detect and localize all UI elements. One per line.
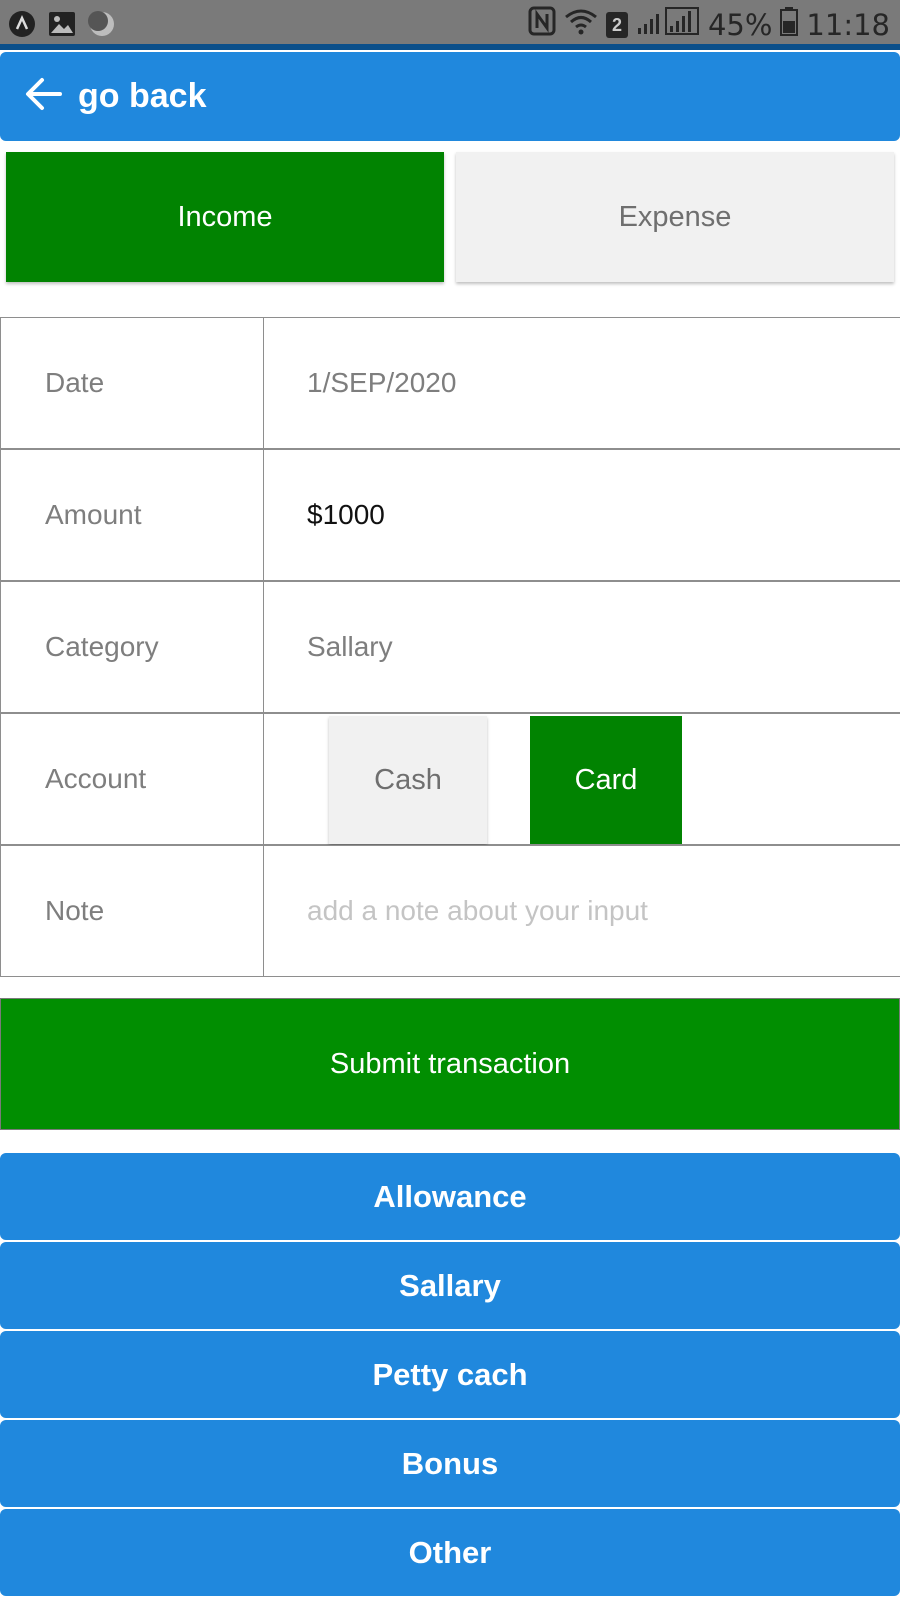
go-back-button[interactable]: go back: [24, 52, 206, 141]
image-icon: [48, 10, 76, 38]
go-back-label: go back: [78, 77, 207, 115]
date-row: Date 1/SEP/2020: [0, 317, 900, 449]
category-item-other[interactable]: Other: [0, 1509, 900, 1596]
note-row: Note add a note about your input: [0, 845, 900, 977]
date-label: Date: [0, 317, 264, 449]
moon-icon: [88, 10, 116, 38]
income-toggle-button[interactable]: Income: [6, 152, 444, 282]
category-row: Category Sallary: [0, 581, 900, 713]
category-list: Allowance Sallary Petty cach Bonus Other: [0, 1153, 900, 1598]
account-options: Cash Card: [263, 713, 900, 845]
app-icon: [8, 10, 36, 38]
category-label: Category: [0, 581, 264, 713]
expense-toggle-button[interactable]: Expense: [456, 152, 894, 282]
account-cash-button[interactable]: Cash: [329, 716, 487, 844]
category-item-allowance[interactable]: Allowance: [0, 1153, 900, 1240]
app-bar: go back: [0, 52, 900, 141]
amount-row: Amount $1000: [0, 449, 900, 581]
note-input[interactable]: add a note about your input: [263, 845, 900, 977]
category-item-bonus[interactable]: Bonus: [0, 1420, 900, 1507]
clock: 11:18: [806, 8, 890, 42]
amount-label: Amount: [0, 449, 264, 581]
category-field[interactable]: Sallary: [263, 581, 900, 713]
account-row: Account Cash Card: [0, 713, 900, 845]
signal-icon: [636, 6, 700, 44]
status-bar-right-icons: 2 45% 11:18: [528, 6, 890, 44]
status-bar-left-icons: [8, 10, 116, 38]
nfc-icon: [528, 6, 556, 44]
arrow-left-icon: [24, 77, 62, 116]
note-label: Note: [0, 845, 264, 977]
amount-input[interactable]: $1000: [263, 449, 900, 581]
status-bar: 2 45% 11:18: [0, 0, 900, 50]
battery-percent: 45%: [707, 8, 773, 42]
account-card-button[interactable]: Card: [530, 716, 682, 844]
wifi-icon: [564, 7, 598, 43]
category-item-petty-cach[interactable]: Petty cach: [0, 1331, 900, 1418]
submit-transaction-button[interactable]: Submit transaction: [0, 998, 900, 1130]
account-label: Account: [0, 713, 264, 845]
category-item-sallary[interactable]: Sallary: [0, 1242, 900, 1329]
status-bar-divider: [0, 44, 900, 50]
battery-icon: [780, 6, 799, 44]
sim-badge: 2: [605, 12, 628, 38]
date-field[interactable]: 1/SEP/2020: [263, 317, 900, 449]
